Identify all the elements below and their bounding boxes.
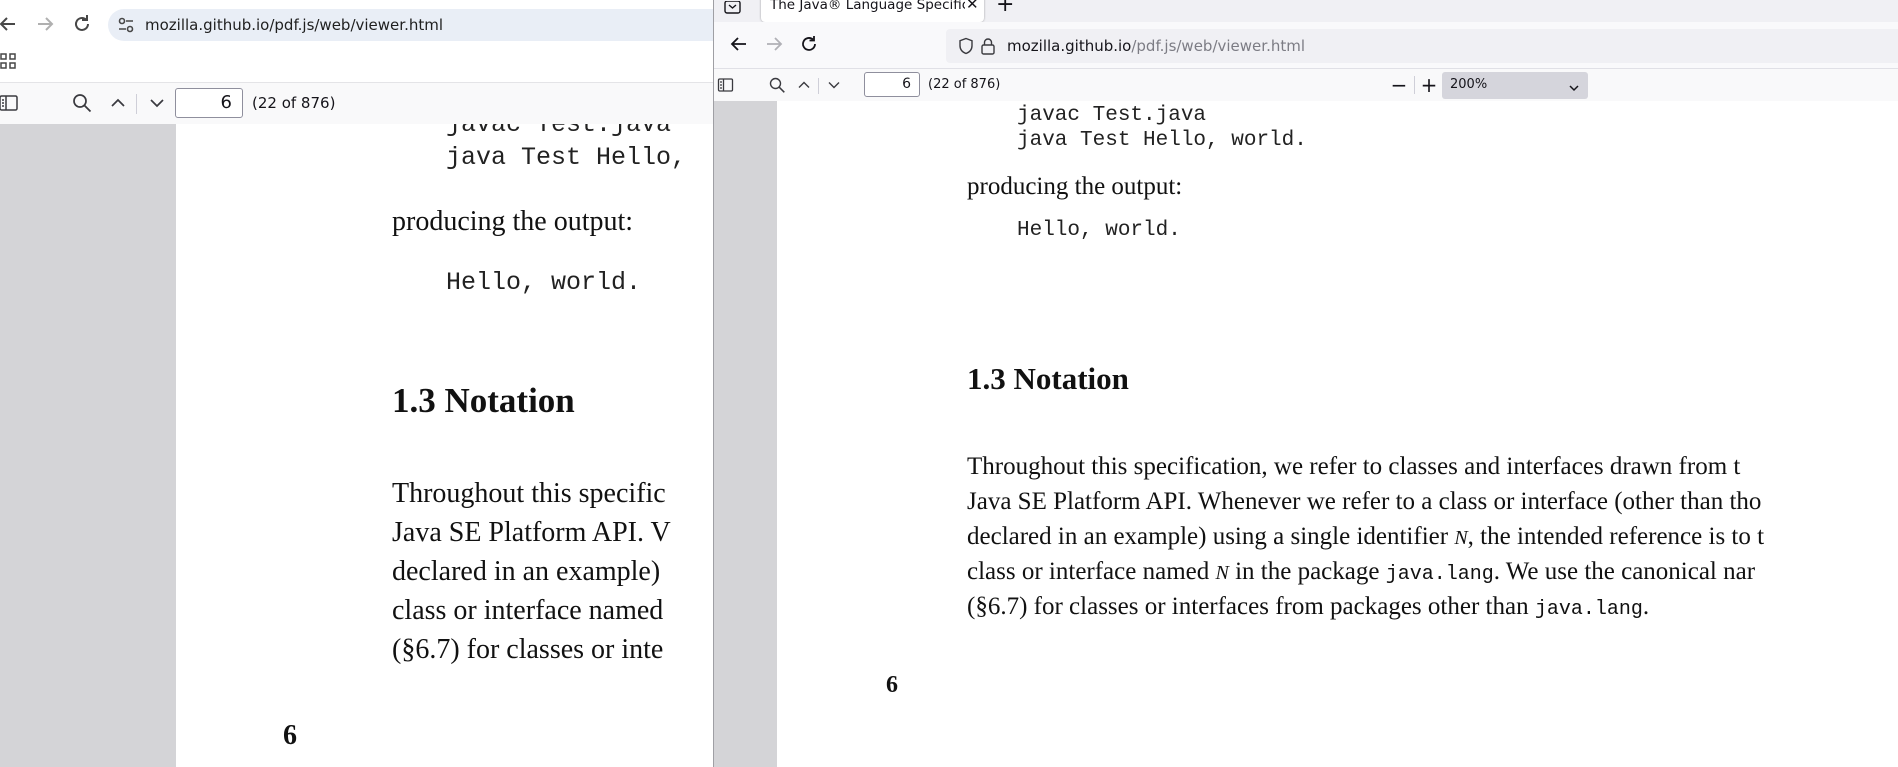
page-number-input[interactable]: 6 <box>175 88 243 118</box>
chevron-down-icon[interactable] <box>825 76 843 94</box>
reload-icon[interactable] <box>70 12 94 36</box>
chevron-down-icon[interactable] <box>146 92 168 114</box>
back-icon[interactable] <box>728 33 750 55</box>
inline-code: java.lang <box>1385 563 1494 586</box>
address-text[interactable]: mozilla.github.io/pdf.js/web/viewer.html <box>1007 36 1305 56</box>
chevron-up-icon[interactable] <box>107 92 129 114</box>
left-browser-window: mozilla.github.io/pdf.js/web/viewer.html… <box>0 0 713 767</box>
identifier-n: N <box>1454 527 1468 549</box>
body-text: producing the output: <box>392 206 634 237</box>
paragraph-line: (§6.7) for classes or interfaces from pa… <box>967 589 1649 627</box>
plus-icon[interactable]: + <box>1418 74 1440 96</box>
plus-icon[interactable]: + <box>996 0 1014 16</box>
tab-title[interactable]: The Java® Language Specification <box>770 0 965 13</box>
forward-icon[interactable] <box>763 33 785 55</box>
forward-icon[interactable] <box>33 12 57 36</box>
body-text: producing the output: <box>967 173 1183 200</box>
page-footer-number: 6 <box>283 720 297 751</box>
code-line: java Test Hello, <box>446 143 687 172</box>
site-info-icon[interactable] <box>116 15 136 35</box>
zoom-value[interactable]: 200% <box>1450 76 1487 94</box>
text-run: in the package <box>1228 558 1386 585</box>
identifier-n: N <box>1215 562 1229 584</box>
search-icon[interactable] <box>71 92 93 114</box>
text-run: . <box>1642 593 1650 620</box>
minus-icon[interactable]: − <box>1388 74 1410 96</box>
address-path: /pdf.js/web/viewer.html <box>1131 37 1306 55</box>
pdf-viewer-container[interactable]: javac Test.java java Test Hello, produci… <box>0 124 713 767</box>
text-run: , the intended reference is to t <box>1467 523 1765 550</box>
address-host: mozilla.github.io <box>1007 37 1132 55</box>
paragraph-line: Java SE Platform API. V <box>392 517 671 548</box>
toolbar-separator <box>1414 76 1415 94</box>
sidebar-toggle-icon[interactable] <box>717 76 735 94</box>
paragraph-line: (§6.7) for classes or inte <box>392 634 664 665</box>
section-heading: 1.3 Notation <box>392 381 575 420</box>
pdf-viewer-container[interactable]: javac Test.java java Test Hello, world. … <box>714 101 1898 767</box>
pdf-page: javac Test.java java Test Hello, world. … <box>777 101 1898 767</box>
tab-list-icon[interactable] <box>724 0 742 14</box>
code-line: java Test Hello, world. <box>1017 129 1307 152</box>
text-run: (§6.7) for classes or interfaces from pa… <box>967 593 1535 620</box>
text-run: class or interface named <box>967 558 1216 585</box>
bookmarks-bar <box>0 49 713 82</box>
page-number-input[interactable]: 6 <box>864 72 920 97</box>
text-run: . We use the canonical nar <box>1493 558 1756 585</box>
right-browser-window: The Java® Language Specification ✕ + moz… <box>713 0 1898 767</box>
chevron-down-icon[interactable] <box>1568 79 1580 92</box>
page-count: (22 of 876) <box>928 77 1001 92</box>
page-footer-number: 6 <box>886 672 898 698</box>
chevron-up-icon[interactable] <box>795 76 813 94</box>
inline-code: java.lang <box>1534 598 1643 621</box>
pdf-page: javac Test.java java Test Hello, produci… <box>176 124 713 767</box>
code-line: javac Test.java <box>1017 104 1207 127</box>
close-icon[interactable]: ✕ <box>966 0 979 12</box>
paragraph-line: class or interface named N in the packag… <box>967 554 1755 592</box>
paragraph-line: Java SE Platform API. Whenever we refer … <box>967 488 1762 515</box>
paragraph-line: class or interface named <box>392 595 664 626</box>
address-text[interactable]: mozilla.github.io/pdf.js/web/viewer.html <box>145 15 443 35</box>
section-heading: 1.3 Notation <box>967 361 1129 396</box>
reload-icon[interactable] <box>798 33 820 55</box>
text-run: declared in an example) using a single i… <box>967 523 1455 550</box>
back-icon[interactable] <box>0 12 20 36</box>
paragraph-line: declared in an example) using a single i… <box>967 519 1764 556</box>
code-line: Hello, world. <box>446 268 642 297</box>
lock-icon[interactable] <box>980 37 996 55</box>
paragraph-line: Throughout this specific <box>392 478 666 509</box>
paragraph-line: Throughout this specification, we refer … <box>967 453 1741 480</box>
toolbar-separator <box>136 94 137 114</box>
code-line: javac Test.java <box>446 124 672 139</box>
paragraph-line: declared in an example) <box>392 556 661 587</box>
search-icon[interactable] <box>768 76 786 94</box>
code-line: Hello, world. <box>1017 219 1181 242</box>
toolbar-separator <box>818 78 819 94</box>
sidebar-toggle-icon[interactable] <box>0 92 20 114</box>
shield-icon[interactable] <box>957 37 975 55</box>
page-count: (22 of 876) <box>252 94 336 112</box>
apps-icon[interactable] <box>0 53 18 71</box>
